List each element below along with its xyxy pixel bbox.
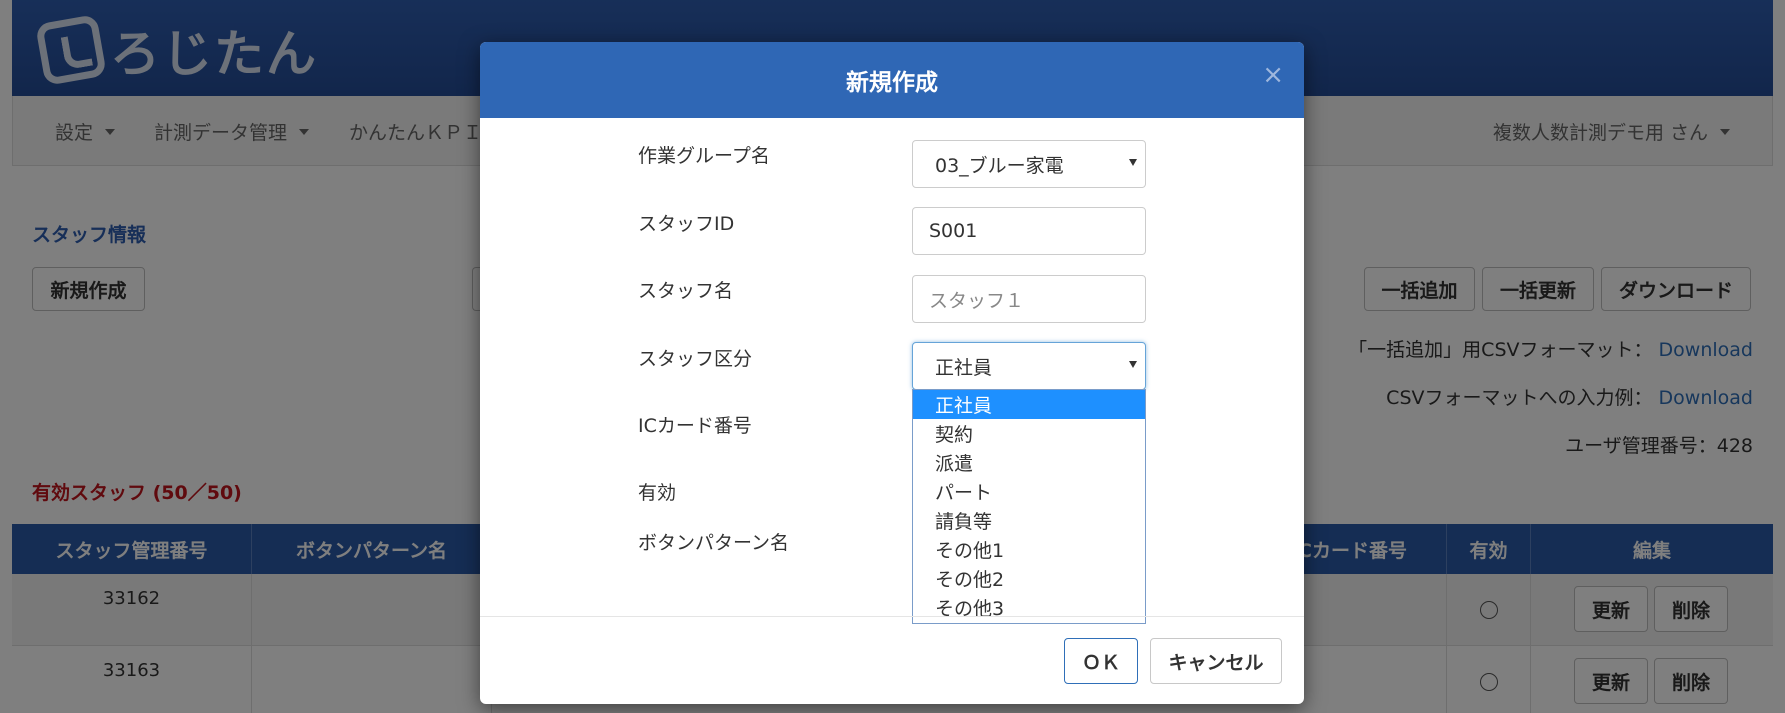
modal-header: 新規作成 × (480, 42, 1304, 118)
ok-button[interactable]: ＯＫ (1064, 638, 1138, 684)
label-staff-id: スタッフID (638, 213, 735, 235)
cancel-button[interactable]: キャンセル (1150, 638, 1282, 684)
option-item[interactable]: 契約 (913, 419, 1145, 448)
option-item[interactable]: その他2 (913, 564, 1145, 593)
option-item[interactable]: 正社員 (913, 390, 1145, 419)
option-item[interactable]: その他3 (913, 593, 1145, 622)
option-item[interactable]: 派遣 (913, 448, 1145, 477)
label-work-group: 作業グループ名 (638, 145, 770, 167)
modal-divider (480, 616, 1304, 617)
option-item[interactable]: その他1 (913, 535, 1145, 564)
label-button-pattern: ボタンパターン名 (638, 532, 790, 554)
staff-id-input[interactable]: S001 (912, 207, 1146, 255)
new-staff-modal: 新規作成 × 作業グループ名 03_ブルー家電 スタッフID S001 スタッフ… (480, 42, 1304, 704)
modal-title: 新規作成 (846, 70, 938, 96)
option-item[interactable]: パート (913, 477, 1145, 506)
staff-type-select[interactable]: 正社員 (912, 342, 1146, 390)
chevron-down-icon (1129, 159, 1137, 166)
label-staff-name: スタッフ名 (638, 280, 734, 302)
option-item[interactable]: 請負等 (913, 506, 1145, 535)
staff-name-input[interactable]: スタッフ１ (912, 275, 1146, 323)
label-ic-card: ICカード番号 (638, 415, 752, 437)
label-valid: 有効 (638, 482, 677, 504)
chevron-down-icon (1129, 361, 1137, 368)
label-staff-type: スタッフ区分 (638, 348, 753, 370)
staff-type-dropdown: 正社員 契約 派遣 パート 請負等 その他1 その他2 その他3 (912, 389, 1146, 624)
work-group-select[interactable]: 03_ブルー家電 (912, 140, 1146, 188)
close-icon[interactable]: × (1262, 62, 1284, 88)
